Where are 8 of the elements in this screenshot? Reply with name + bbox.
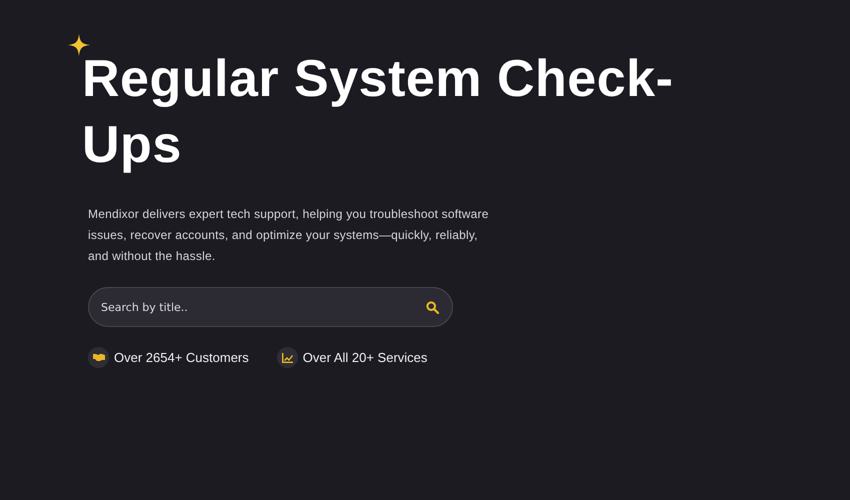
hero-title: Regular System Check-Ups xyxy=(82,49,674,176)
stat-label: Over 2654+ Customers xyxy=(114,350,249,365)
search-icon[interactable] xyxy=(426,301,439,314)
hero-description: Mendixor delivers expert tech support, helping you troubleshoot software issues, recover accounts, and optimize your systems—quickly, reliably, and without the hassle. xyxy=(88,206,490,265)
chart-icon xyxy=(282,352,293,362)
sparkle-icon xyxy=(68,34,90,56)
search-field[interactable]: Search by title.. xyxy=(88,287,453,327)
stat-label: Over All 20+ Services xyxy=(302,350,428,365)
